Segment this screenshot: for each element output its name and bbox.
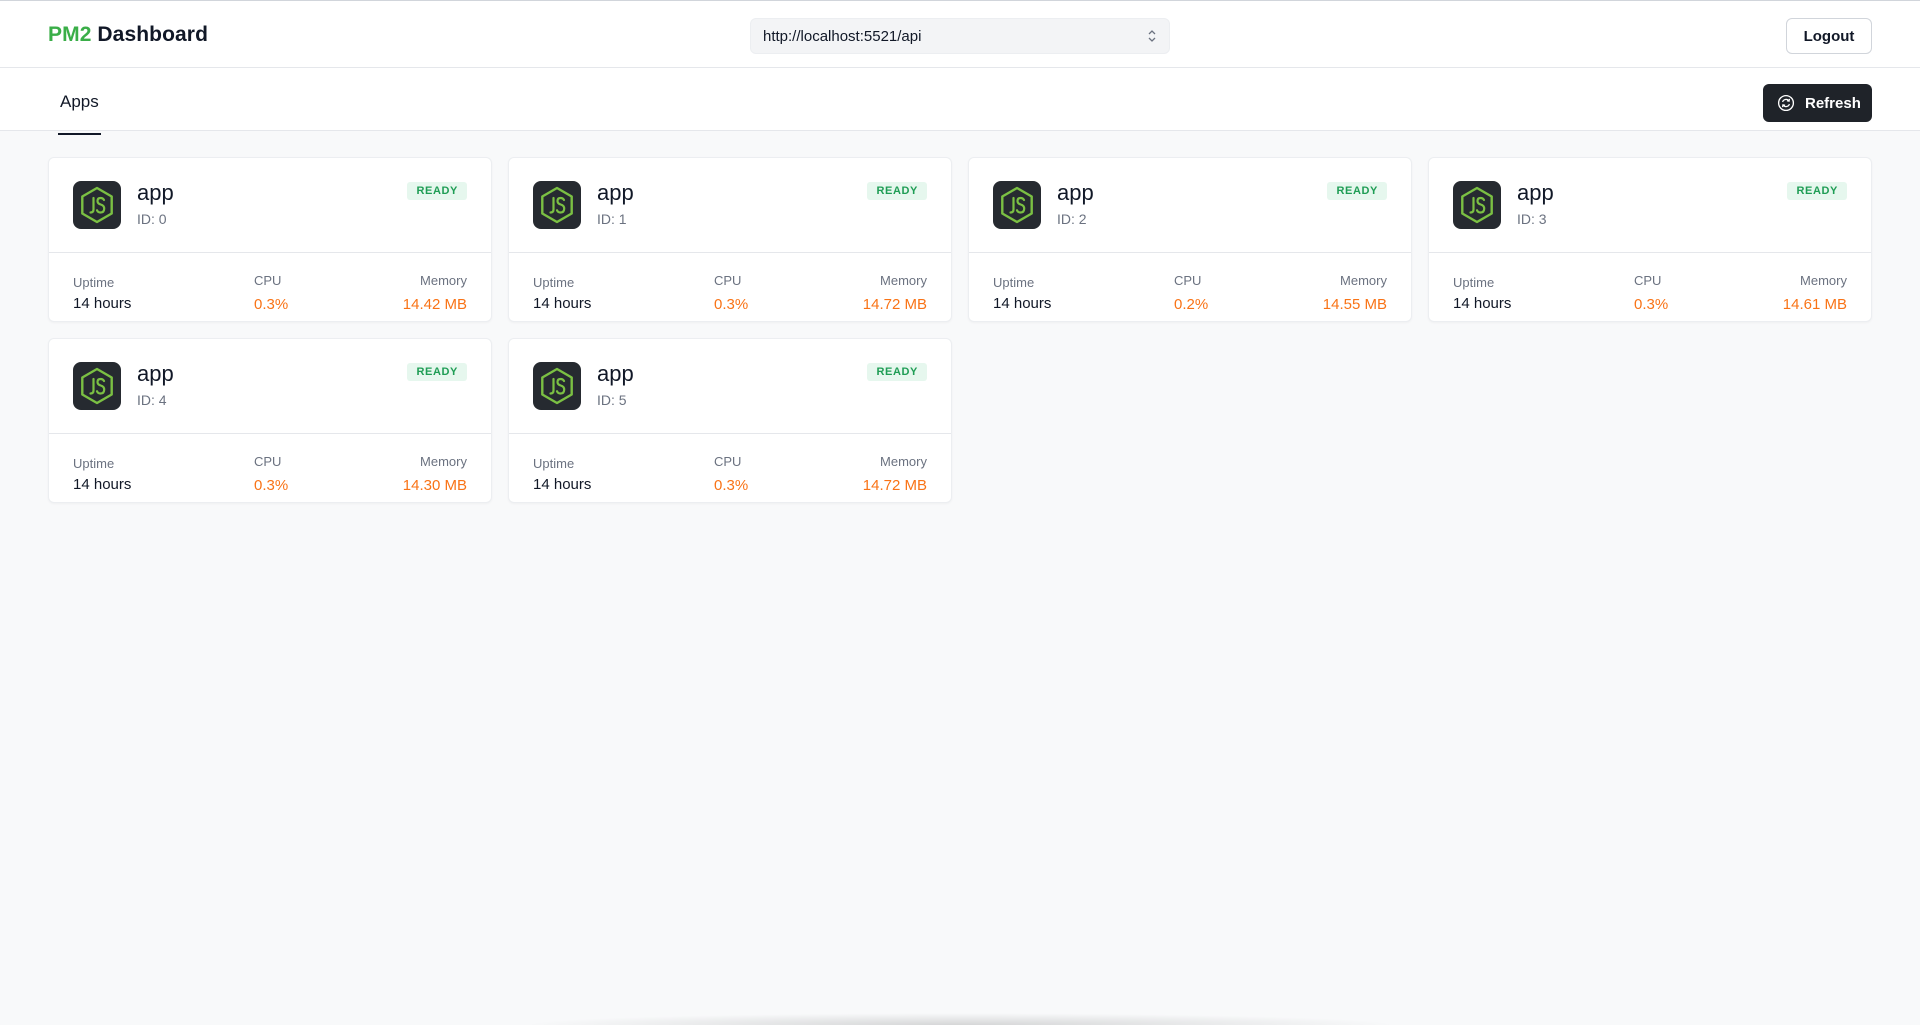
cpu-value: 0.3%: [714, 296, 749, 313]
app-name: app: [1057, 180, 1094, 205]
cpu-label: CPU: [254, 273, 282, 288]
app-name: app: [597, 180, 634, 205]
app-name: app: [597, 361, 634, 386]
cpu-value: 0.3%: [1634, 296, 1669, 313]
brand-pm2: PM2: [48, 23, 92, 46]
nodejs-icon: [533, 181, 581, 229]
app-card-header: app ID: 3 READY: [1429, 158, 1871, 253]
status-badge: READY: [1327, 182, 1387, 200]
cpu-value: 0.3%: [254, 477, 289, 494]
app-id: ID: 1: [597, 211, 627, 227]
app-card-header: app ID: 2 READY: [969, 158, 1411, 253]
cpu-label: CPU: [254, 454, 282, 469]
app-card[interactable]: app ID: 0 READY Uptime 14 hours CPU 0.3%…: [48, 157, 492, 322]
nodejs-icon: [73, 362, 121, 410]
refresh-button[interactable]: Refresh: [1763, 84, 1872, 122]
memory-label: Memory: [880, 273, 927, 288]
brand-title: PM2 Dashboard: [48, 23, 208, 47]
memory-value: 14.72 MB: [862, 296, 927, 313]
uptime-label: Uptime: [1453, 275, 1495, 290]
apps-grid: app ID: 0 READY Uptime 14 hours CPU 0.3%…: [48, 157, 1872, 503]
nodejs-icon: [73, 181, 121, 229]
tab-bar: Apps Refresh: [0, 68, 1920, 135]
app-card[interactable]: app ID: 3 READY Uptime 14 hours CPU 0.3%…: [1428, 157, 1872, 322]
server-url-value: http://localhost:5521/api: [763, 27, 922, 45]
status-badge: READY: [867, 363, 927, 381]
cpu-value: 0.3%: [254, 296, 289, 313]
server-url-select[interactable]: http://localhost:5521/api: [750, 18, 1170, 54]
brand-dashboard: Dashboard: [97, 23, 209, 46]
uptime-label: Uptime: [533, 456, 575, 471]
app-card-header: app ID: 4 READY: [49, 339, 491, 434]
app-name: app: [1517, 180, 1554, 205]
refresh-icon: [1777, 94, 1795, 112]
uptime-label: Uptime: [993, 275, 1035, 290]
uptime-label: Uptime: [73, 456, 115, 471]
app-stats: Uptime 14 hours CPU 0.3% Memory 14.42 MB: [49, 253, 491, 322]
memory-value: 14.72 MB: [862, 477, 927, 494]
app-id: ID: 3: [1517, 211, 1547, 227]
status-badge: READY: [1787, 182, 1847, 200]
status-badge: READY: [407, 182, 467, 200]
app-id: ID: 0: [137, 211, 167, 227]
memory-value: 14.42 MB: [402, 296, 467, 313]
app-id: ID: 4: [137, 392, 167, 408]
cpu-value: 0.3%: [714, 477, 749, 494]
app-stats: Uptime 14 hours CPU 0.3% Memory 14.61 MB: [1429, 253, 1871, 322]
status-badge: READY: [407, 363, 467, 381]
app-card[interactable]: app ID: 2 READY Uptime 14 hours CPU 0.2%…: [968, 157, 1412, 322]
top-bar: PM2 Dashboard http://localhost:5521/api …: [0, 0, 1920, 68]
memory-value: 14.30 MB: [402, 477, 467, 494]
cpu-label: CPU: [1174, 273, 1202, 288]
app-stats: Uptime 14 hours CPU 0.3% Memory 14.72 MB: [509, 253, 951, 322]
app-card-header: app ID: 0 READY: [49, 158, 491, 253]
uptime-value: 14 hours: [73, 476, 132, 493]
chevron-up-down-icon: [1148, 30, 1156, 42]
tab-apps[interactable]: Apps: [58, 92, 101, 135]
memory-label: Memory: [880, 454, 927, 469]
nodejs-icon: [533, 362, 581, 410]
cpu-value: 0.2%: [1174, 296, 1209, 313]
app-stats: Uptime 14 hours CPU 0.3% Memory 14.72 MB: [509, 434, 951, 503]
cpu-label: CPU: [714, 454, 742, 469]
nodejs-icon: [1453, 181, 1501, 229]
app-id: ID: 2: [1057, 211, 1087, 227]
memory-label: Memory: [1340, 273, 1387, 288]
app-card[interactable]: app ID: 5 READY Uptime 14 hours CPU 0.3%…: [508, 338, 952, 503]
uptime-value: 14 hours: [533, 295, 592, 312]
uptime-value: 14 hours: [1453, 295, 1512, 312]
app-stats: Uptime 14 hours CPU 0.2% Memory 14.55 MB: [969, 253, 1411, 322]
app-card-header: app ID: 1 READY: [509, 158, 951, 253]
memory-value: 14.55 MB: [1322, 296, 1387, 313]
uptime-label: Uptime: [533, 275, 575, 290]
status-badge: READY: [867, 182, 927, 200]
cpu-label: CPU: [1634, 273, 1662, 288]
app-name: app: [137, 361, 174, 386]
refresh-label: Refresh: [1805, 94, 1861, 112]
app-card[interactable]: app ID: 1 READY Uptime 14 hours CPU 0.3%…: [508, 157, 952, 322]
app-card-header: app ID: 5 READY: [509, 339, 951, 434]
uptime-value: 14 hours: [993, 295, 1052, 312]
uptime-label: Uptime: [73, 275, 115, 290]
memory-value: 14.61 MB: [1782, 296, 1847, 313]
memory-label: Memory: [420, 454, 467, 469]
app-name: app: [137, 180, 174, 205]
memory-label: Memory: [1800, 273, 1847, 288]
nodejs-icon: [993, 181, 1041, 229]
app-stats: Uptime 14 hours CPU 0.3% Memory 14.30 MB: [49, 434, 491, 503]
app-id: ID: 5: [597, 392, 627, 408]
uptime-value: 14 hours: [533, 476, 592, 493]
bottom-shadow: [520, 1013, 1400, 1025]
logout-button[interactable]: Logout: [1786, 18, 1872, 54]
app-card[interactable]: app ID: 4 READY Uptime 14 hours CPU 0.3%…: [48, 338, 492, 503]
cpu-label: CPU: [714, 273, 742, 288]
uptime-value: 14 hours: [73, 295, 132, 312]
memory-label: Memory: [420, 273, 467, 288]
